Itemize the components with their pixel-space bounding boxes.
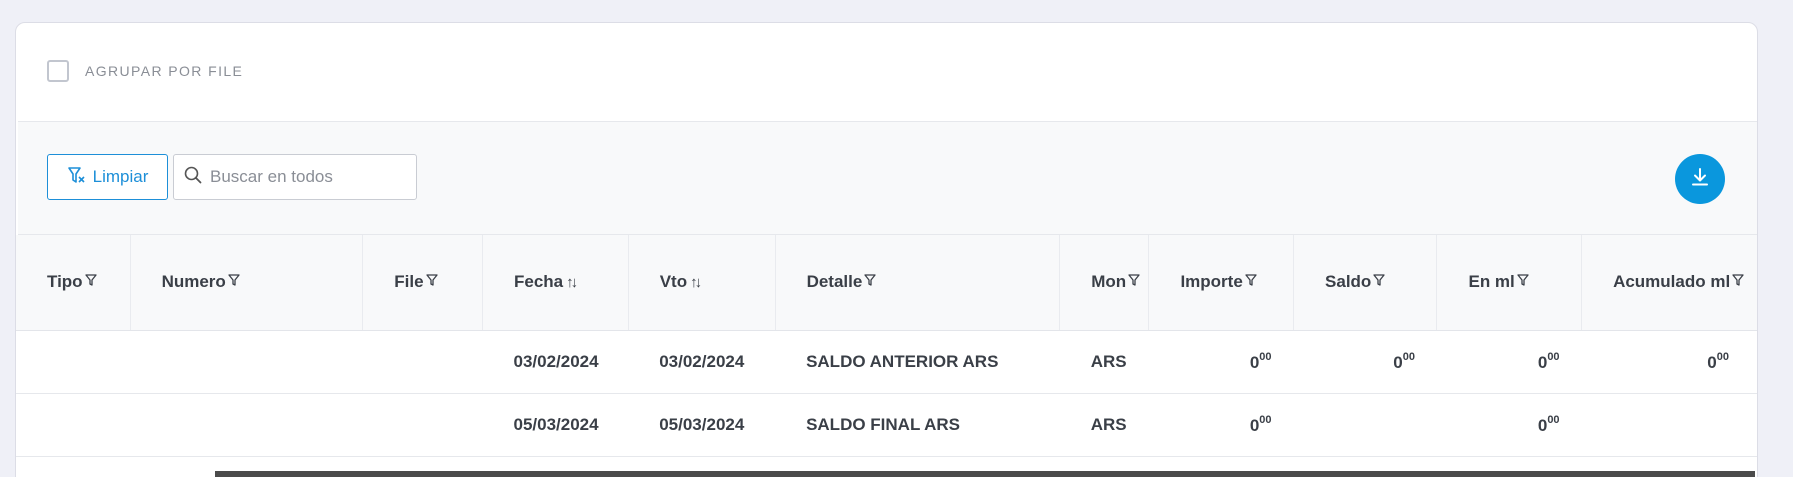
search-input[interactable]: [210, 167, 410, 187]
cell-saldo: 000: [1393, 350, 1415, 372]
clear-filters-label: Limpiar: [92, 167, 149, 186]
statement-card: AGRUPAR POR FILE Limpiar Buscar en todos…: [15, 22, 1758, 477]
group-by-file-label[interactable]: AGRUPAR POR FILE: [85, 63, 243, 79]
column-header-en-ml: En ml: [1436, 235, 1583, 331]
column-header-acumulado-ml: Acumulado ml: [1581, 235, 1757, 331]
cell-numero: [130, 393, 363, 456]
cell-numero: [130, 330, 363, 393]
table-row[interactable]: 05/03/2024 05/03/2024 SALDO FINAL ARS AR…: [16, 393, 1757, 456]
movements-table: Tipo Numero File Fecha ↑↓ Vto ↑↓ Detalle M…: [16, 235, 1757, 457]
cell-tipo: [16, 330, 130, 393]
cell-acumulado-ml: [1582, 393, 1757, 456]
column-header-tipo: Tipo: [16, 235, 131, 331]
download-icon: [1689, 166, 1711, 193]
filter-icon[interactable]: [1128, 272, 1140, 292]
column-header-importe: Importe: [1148, 235, 1295, 331]
column-header-vto[interactable]: Vto ↑↓: [628, 235, 776, 331]
cell-mon: ARS: [1090, 414, 1127, 434]
cell-en-ml: 000: [1537, 413, 1560, 435]
cell-detalle: SALDO FINAL ARS: [806, 414, 961, 434]
group-by-file-row: AGRUPAR POR FILE: [16, 23, 1757, 121]
column-header-mon: Mon: [1059, 235, 1150, 331]
filter-icon[interactable]: [228, 272, 240, 292]
cell-tipo: [16, 393, 130, 456]
search-icon: [184, 166, 202, 189]
table-toolbar: Limpiar: [18, 121, 1757, 235]
cell-vto: 05/03/2024: [659, 414, 745, 434]
cell-file: [363, 393, 483, 456]
filter-icon[interactable]: [864, 272, 876, 292]
table-body: 03/02/2024 03/02/2024 SALDO ANTERIOR ARS…: [16, 330, 1757, 456]
cell-fecha: 03/02/2024: [513, 351, 599, 371]
cell-en-ml: 000: [1537, 350, 1560, 372]
global-search: [173, 154, 417, 200]
table-header: Tipo Numero File Fecha ↑↓ Vto ↑↓ Detalle M…: [16, 235, 1757, 331]
column-header-file: File: [362, 235, 483, 331]
column-header-saldo: Saldo: [1293, 235, 1438, 331]
cell-vto: 03/02/2024: [659, 351, 745, 371]
filter-icon[interactable]: [1245, 272, 1257, 292]
filter-icon[interactable]: [1517, 272, 1529, 292]
cell-mon: ARS: [1090, 351, 1127, 371]
cell-importe: 000: [1249, 350, 1272, 372]
table-row[interactable]: 03/02/2024 03/02/2024 SALDO ANTERIOR ARS…: [16, 330, 1757, 393]
filter-icon[interactable]: [425, 272, 438, 292]
horizontal-scrollbar[interactable]: [215, 471, 1755, 477]
cell-fecha: 05/03/2024: [513, 414, 599, 434]
sort-icon[interactable]: ↑↓: [690, 274, 702, 291]
sort-icon[interactable]: ↑↓: [566, 274, 578, 291]
column-header-fecha[interactable]: Fecha ↑↓: [482, 235, 629, 331]
cell-file: [363, 330, 483, 393]
column-header-detalle: Detalle: [775, 235, 1061, 331]
filter-icon[interactable]: [1732, 272, 1744, 292]
column-header-numero: Numero: [130, 235, 364, 331]
filter-clear-icon: [67, 165, 87, 190]
filter-icon[interactable]: [84, 272, 97, 292]
group-by-file-checkbox[interactable]: [47, 60, 69, 82]
filter-icon[interactable]: [1373, 272, 1385, 292]
cell-importe: 000: [1249, 413, 1272, 435]
cell-acumulado-ml: 000: [1707, 350, 1729, 372]
download-button[interactable]: [1675, 154, 1725, 204]
cell-detalle: SALDO ANTERIOR ARS: [806, 351, 999, 371]
clear-filters-button[interactable]: Limpiar: [47, 154, 168, 200]
cell-saldo: [1294, 393, 1437, 456]
